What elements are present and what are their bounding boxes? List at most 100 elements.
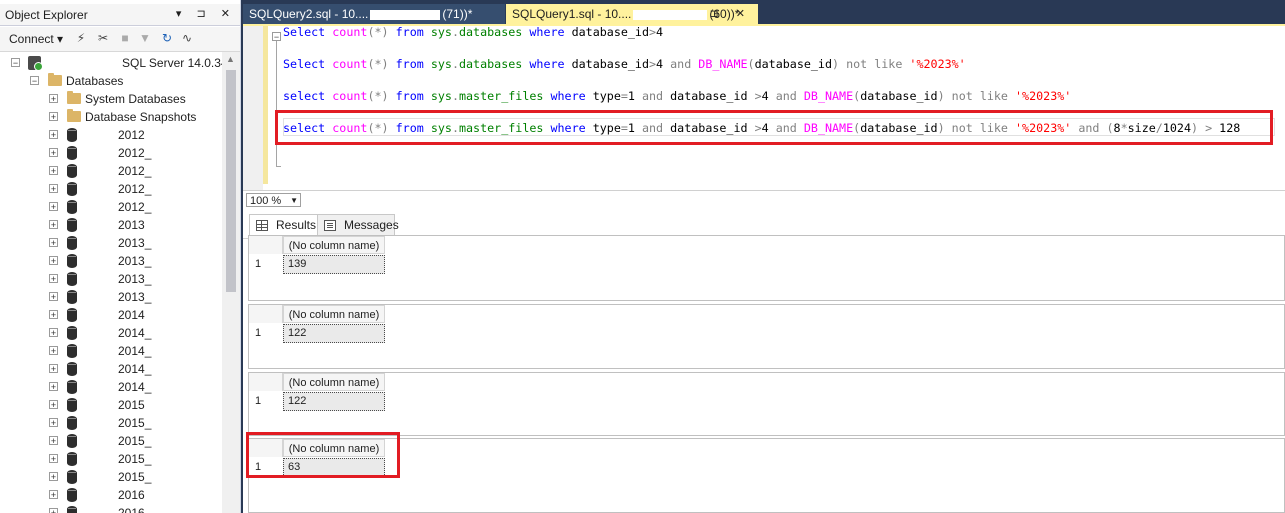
tree-node[interactable]: +2012_ <box>0 198 222 216</box>
tree-node[interactable]: +2012 <box>0 126 222 144</box>
scrollbar-thumb[interactable] <box>226 70 236 292</box>
tree-node-label: 2016 <box>118 488 145 502</box>
tree-node[interactable]: +2012_ <box>0 144 222 162</box>
collapse-region-icon[interactable]: − <box>272 32 281 42</box>
tree-node[interactable]: +2013_ <box>0 252 222 270</box>
result-cell[interactable]: 122 <box>283 324 385 343</box>
expand-icon[interactable]: + <box>49 436 58 446</box>
code-token: and <box>670 57 699 71</box>
database-icon <box>67 344 77 358</box>
tree-node[interactable]: − Databases <box>0 72 222 90</box>
tree-node[interactable]: +2016 <box>0 486 222 504</box>
code-line[interactable]: select count(*) from sys.master_files wh… <box>283 88 1071 104</box>
zoom-dropdown[interactable]: 100 % ▼ <box>246 193 301 207</box>
folder-icon <box>67 91 81 104</box>
code-line[interactable]: Select count(*) from sys.databases where… <box>283 24 663 40</box>
scroll-up-icon[interactable]: ▲ <box>226 54 235 64</box>
expand-icon[interactable]: + <box>49 382 58 392</box>
tab-sqlquery2[interactable]: SQLQuery2.sql - 10.... (71))* <box>243 4 505 24</box>
tree-node[interactable]: +2012_ <box>0 162 222 180</box>
expand-icon[interactable]: + <box>49 454 58 464</box>
tree-node[interactable]: +2013_ <box>0 270 222 288</box>
tab-messages[interactable]: Messages <box>317 214 399 236</box>
result-cell[interactable]: 122 <box>283 392 385 411</box>
expand-icon[interactable]: + <box>49 220 58 230</box>
tree-node[interactable]: +2014_ <box>0 324 222 342</box>
expand-icon[interactable]: + <box>49 472 58 482</box>
tree-node[interactable]: +2014 <box>0 306 222 324</box>
connect-button[interactable]: Connect ▾ <box>9 32 63 46</box>
result-cell[interactable]: 139 <box>283 255 385 274</box>
tab-sqlquery1[interactable]: SQLQuery1.sql - 10.... (60))* ⊐ ✕ <box>506 4 758 24</box>
tree-node[interactable]: − SQL Server 14.0.3460 <box>0 54 222 72</box>
expand-icon[interactable]: + <box>49 490 58 500</box>
tree-node[interactable]: +2015_ <box>0 468 222 486</box>
tree-node-label: 2013_ <box>118 254 152 268</box>
tree-node[interactable]: +2015 <box>0 396 222 414</box>
expand-icon[interactable]: + <box>49 148 58 158</box>
tree-node-label: 2013 <box>118 218 145 232</box>
database-icon <box>67 308 77 322</box>
expand-icon[interactable]: + <box>49 238 58 248</box>
code-token: > <box>649 25 657 39</box>
expand-icon[interactable]: + <box>49 292 58 302</box>
tree-node[interactable]: +2012_ <box>0 180 222 198</box>
expand-icon[interactable]: + <box>49 202 58 212</box>
column-header[interactable]: (No column name) <box>283 305 385 323</box>
expand-icon[interactable]: + <box>49 94 58 104</box>
result-grid[interactable]: (No column name) 1 139 <box>248 235 1285 301</box>
row-number[interactable]: 1 <box>255 258 261 270</box>
expand-icon[interactable]: + <box>49 328 58 338</box>
result-grid[interactable]: (No column name) 1 122 <box>248 372 1285 436</box>
column-header[interactable]: (No column name) <box>283 236 385 254</box>
object-explorer-panel: Object Explorer ▾ ⊐ ✕ Connect ▾ ⚡ ✂ ■ ▼ … <box>0 0 241 513</box>
expand-icon[interactable]: + <box>49 418 58 428</box>
collapse-icon[interactable]: − <box>30 76 39 86</box>
database-icon <box>67 272 77 286</box>
tree-node[interactable]: +2016 <box>0 504 222 513</box>
expand-icon[interactable]: + <box>49 364 58 374</box>
stop-icon[interactable]: ■ <box>118 31 132 45</box>
result-grid[interactable]: (No column name) 1 63 <box>248 438 1285 513</box>
object-explorer-scrollbar[interactable]: ▲ <box>222 52 240 513</box>
tree-node[interactable]: +2015_ <box>0 432 222 450</box>
expand-icon[interactable]: + <box>49 274 58 284</box>
tree-node[interactable]: +2013_ <box>0 288 222 306</box>
expand-icon[interactable]: + <box>49 166 58 176</box>
expand-icon[interactable]: + <box>49 184 58 194</box>
expand-icon[interactable]: + <box>49 346 58 356</box>
expand-icon[interactable]: + <box>49 508 58 513</box>
tab-controls[interactable]: ⊐ ✕ <box>710 4 753 24</box>
expand-icon[interactable]: + <box>49 130 58 140</box>
expand-icon[interactable]: + <box>49 400 58 410</box>
refresh-icon[interactable]: ↻ <box>160 31 174 45</box>
panel-window-buttons[interactable]: ▾ ⊐ ✕ <box>176 7 236 20</box>
connect-plug-icon[interactable]: ⚡ <box>74 31 88 45</box>
tree-node[interactable]: +2014_ <box>0 360 222 378</box>
query-editor[interactable]: − Select count(*) from sys.databases whe… <box>243 24 1285 190</box>
expand-icon[interactable]: + <box>49 112 58 122</box>
tab-results[interactable]: Results <box>249 214 323 236</box>
tree-node[interactable]: + Database Snapshots <box>0 108 222 126</box>
row-number[interactable]: 1 <box>255 395 261 407</box>
activity-monitor-icon[interactable]: ∿ <box>180 31 194 45</box>
tree-node[interactable]: +2013 <box>0 216 222 234</box>
row-number[interactable]: 1 <box>255 327 261 339</box>
tree-node[interactable]: +2014_ <box>0 342 222 360</box>
tree-node[interactable]: +2015_ <box>0 450 222 468</box>
code-line[interactable]: Select count(*) from sys.databases where… <box>283 56 966 72</box>
tree-node[interactable]: +2015_ <box>0 414 222 432</box>
expand-icon[interactable]: + <box>49 256 58 266</box>
result-grid[interactable]: (No column name) 1 122 <box>248 304 1285 369</box>
tree-node-label: 2014_ <box>118 362 152 376</box>
collapse-icon[interactable]: − <box>11 58 20 68</box>
tree-node[interactable]: +2013_ <box>0 234 222 252</box>
column-header[interactable]: (No column name) <box>283 373 385 391</box>
database-icon <box>67 236 77 250</box>
tree-node-label: 2015_ <box>118 434 152 448</box>
disconnect-icon[interactable]: ✂ <box>96 31 110 45</box>
tree-node[interactable]: + System Databases <box>0 90 222 108</box>
expand-icon[interactable]: + <box>49 310 58 320</box>
filter-icon[interactable]: ▼ <box>138 31 152 45</box>
tree-node[interactable]: +2014_ <box>0 378 222 396</box>
